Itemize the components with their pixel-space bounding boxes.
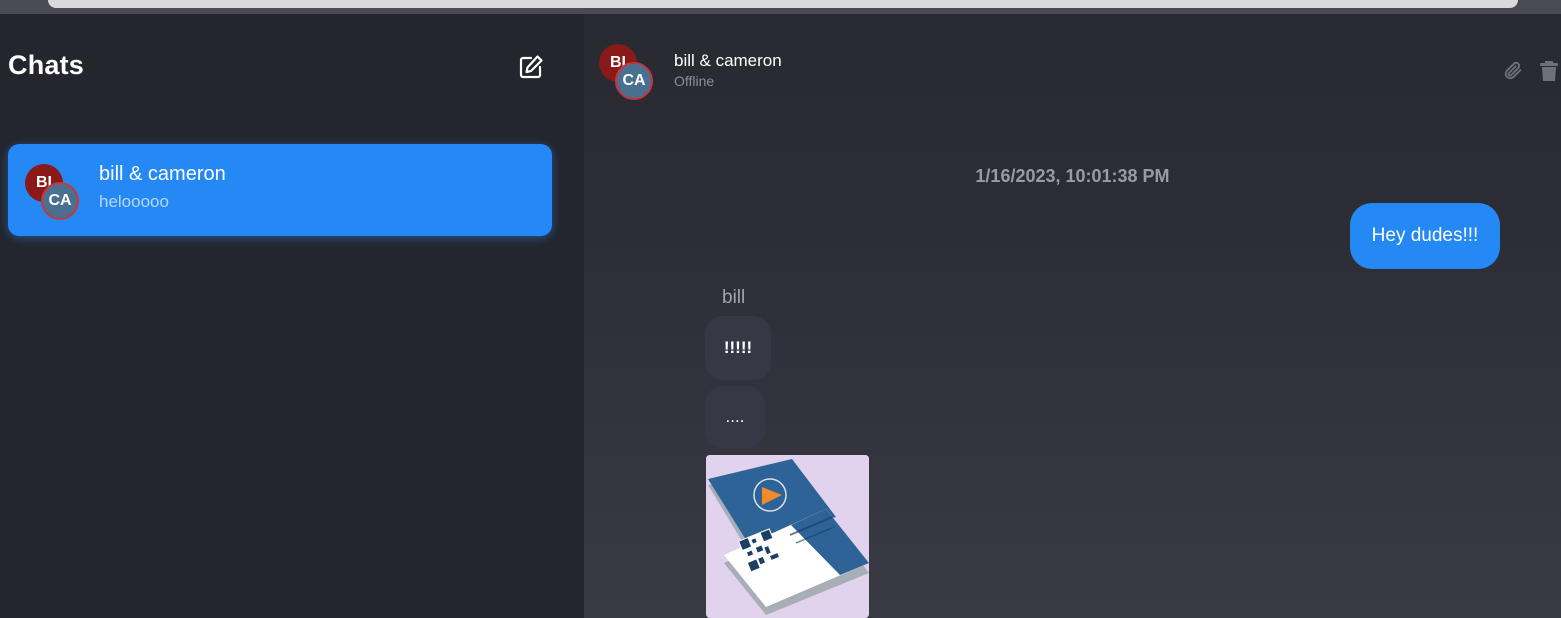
chat-pane: BI CA bill & cameron Offline 1/16/2023, …	[584, 14, 1561, 618]
new-chat-button[interactable]	[516, 52, 546, 82]
sidebar-title: Chats	[8, 50, 85, 80]
avatar-cameron: CA	[41, 182, 79, 220]
attach-button[interactable]	[1502, 60, 1524, 82]
business-cards-photo	[706, 455, 869, 618]
chat-header-status: Offline	[674, 73, 715, 89]
conversation-name: bill & cameron	[99, 163, 226, 185]
received-message: !!!!!	[705, 316, 771, 380]
conversation-preview: helooooo	[99, 192, 169, 211]
delete-chat-button[interactable]	[1539, 60, 1559, 82]
received-message: ....	[705, 386, 765, 448]
avatar-cameron: CA	[615, 62, 653, 100]
chat-header-name: bill & cameron	[674, 51, 782, 70]
message-timestamp: 1/16/2023, 10:01:38 PM	[975, 166, 1170, 186]
trash-icon	[1540, 61, 1558, 81]
image-message[interactable]	[706, 455, 869, 618]
chats-sidebar: Chats BI CA bill & cameron helooooo	[0, 14, 584, 618]
compose-icon	[519, 55, 543, 79]
conversation-item[interactable]: BI CA bill & cameron helooooo	[8, 144, 552, 236]
sent-message: Hey dudes!!!	[1350, 203, 1500, 269]
sender-name: bill	[722, 287, 746, 308]
address-bar[interactable]	[48, 0, 1518, 8]
browser-top-bar	[0, 0, 1561, 14]
paperclip-icon	[1504, 61, 1522, 80]
